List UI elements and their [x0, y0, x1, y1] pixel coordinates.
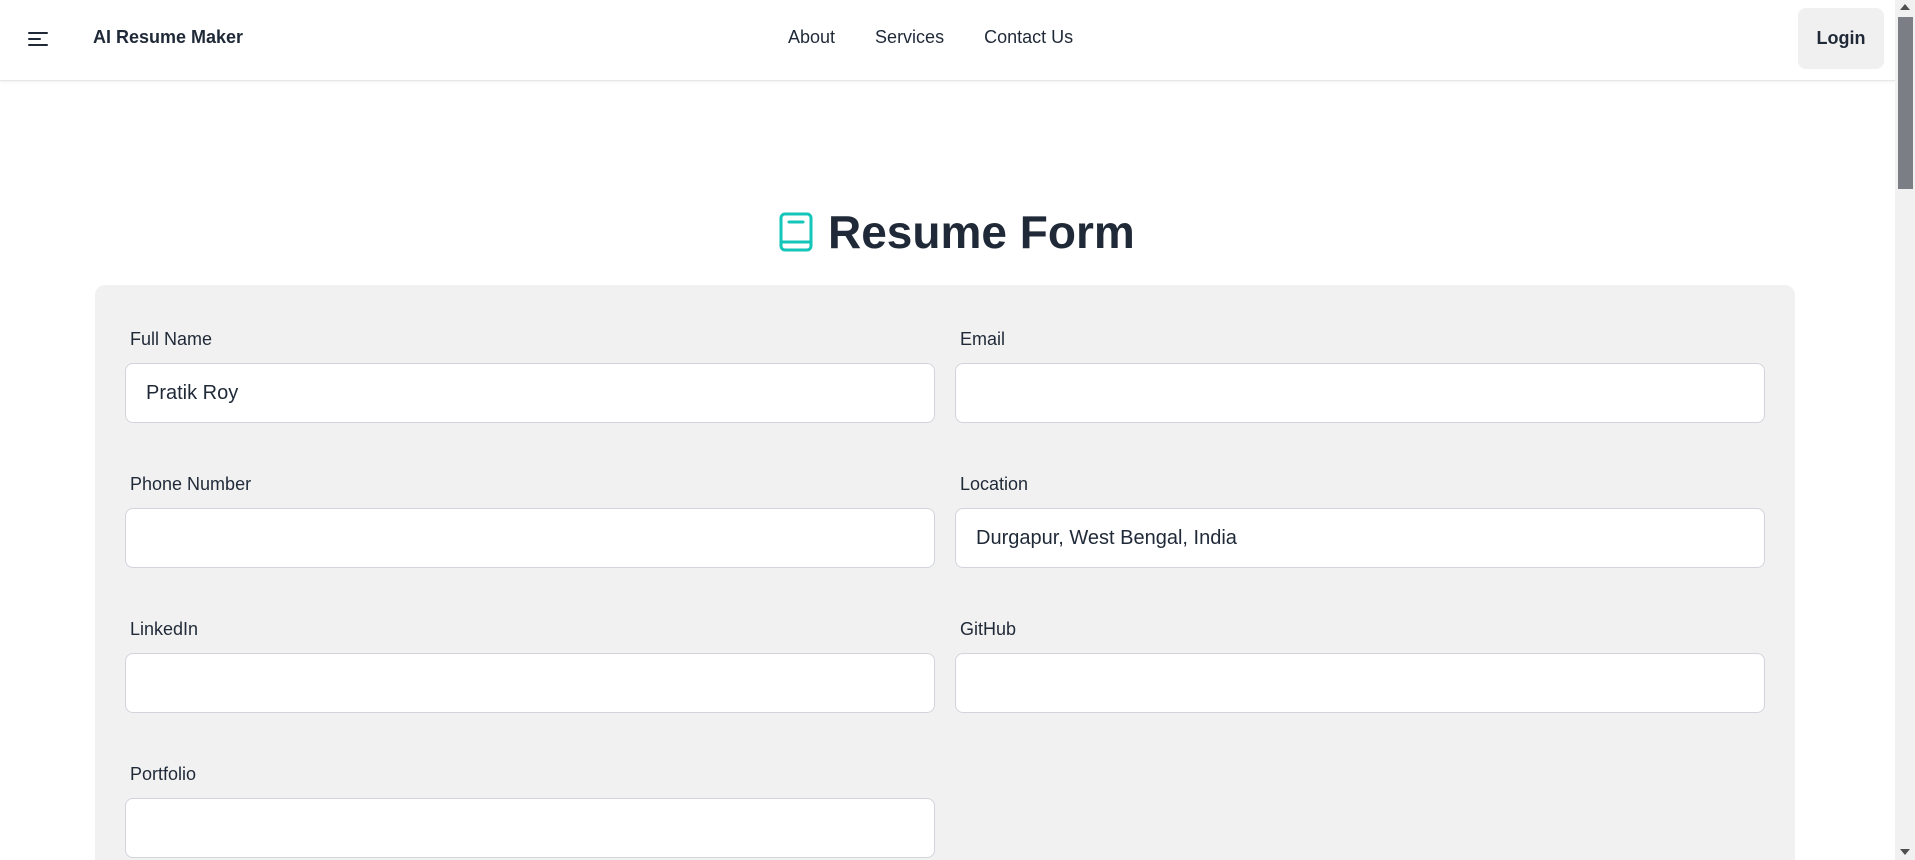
scroll-up-arrow-icon[interactable] — [1900, 4, 1910, 10]
linkedin-label: LinkedIn — [130, 619, 199, 639]
github-label: GitHub — [960, 619, 1017, 639]
portfolio-label: Portfolio — [130, 764, 197, 784]
full-name-field: Full Name Pratik Roy — [125, 329, 935, 423]
login-button[interactable]: Login — [1798, 8, 1884, 69]
full-name-input[interactable]: Pratik Roy — [125, 363, 935, 423]
brand-link[interactable]: AI Resume Maker — [93, 27, 243, 48]
phone-number-label: Phone Number — [130, 474, 252, 494]
phone-number-field: Phone Number — [125, 474, 935, 568]
resume-form: Full Name Pratik Roy Email Phone Number … — [95, 285, 1795, 860]
phone-number-input[interactable] — [125, 508, 935, 568]
email-label: Email — [960, 329, 1006, 349]
location-input[interactable]: Durgapur, West Bengal, India — [955, 508, 1765, 568]
location-field: Location Durgapur, West Bengal, India — [955, 474, 1765, 568]
github-field: GitHub — [955, 619, 1765, 713]
page-title: Resume Form — [778, 205, 1135, 259]
scrollbar-thumb[interactable] — [1898, 17, 1913, 189]
scroll-down-arrow-icon[interactable] — [1900, 849, 1910, 855]
github-input[interactable] — [955, 653, 1765, 713]
linkedin-input[interactable] — [125, 653, 935, 713]
nav-link-services[interactable]: Services — [875, 27, 944, 48]
email-field: Email — [955, 329, 1765, 423]
menu-button[interactable] — [20, 24, 56, 54]
top-navbar: AI Resume Maker About Services Contact U… — [0, 0, 1895, 81]
page: AI Resume Maker About Services Contact U… — [0, 0, 1915, 860]
nav-link-contact-us[interactable]: Contact Us — [984, 27, 1073, 48]
full-name-label: Full Name — [130, 329, 213, 349]
hamburger-menu-icon — [28, 32, 48, 46]
location-label: Location — [960, 474, 1029, 494]
linkedin-field: LinkedIn — [125, 619, 935, 713]
book-icon — [778, 212, 814, 252]
email-input[interactable] — [955, 363, 1765, 423]
nav-link-about[interactable]: About — [788, 27, 835, 48]
portfolio-field: Portfolio — [125, 764, 935, 858]
page-title-text: Resume Form — [828, 206, 1135, 258]
nav-links: About Services Contact Us — [788, 27, 1073, 48]
portfolio-input[interactable] — [125, 798, 935, 858]
vertical-scrollbar[interactable] — [1895, 0, 1915, 860]
